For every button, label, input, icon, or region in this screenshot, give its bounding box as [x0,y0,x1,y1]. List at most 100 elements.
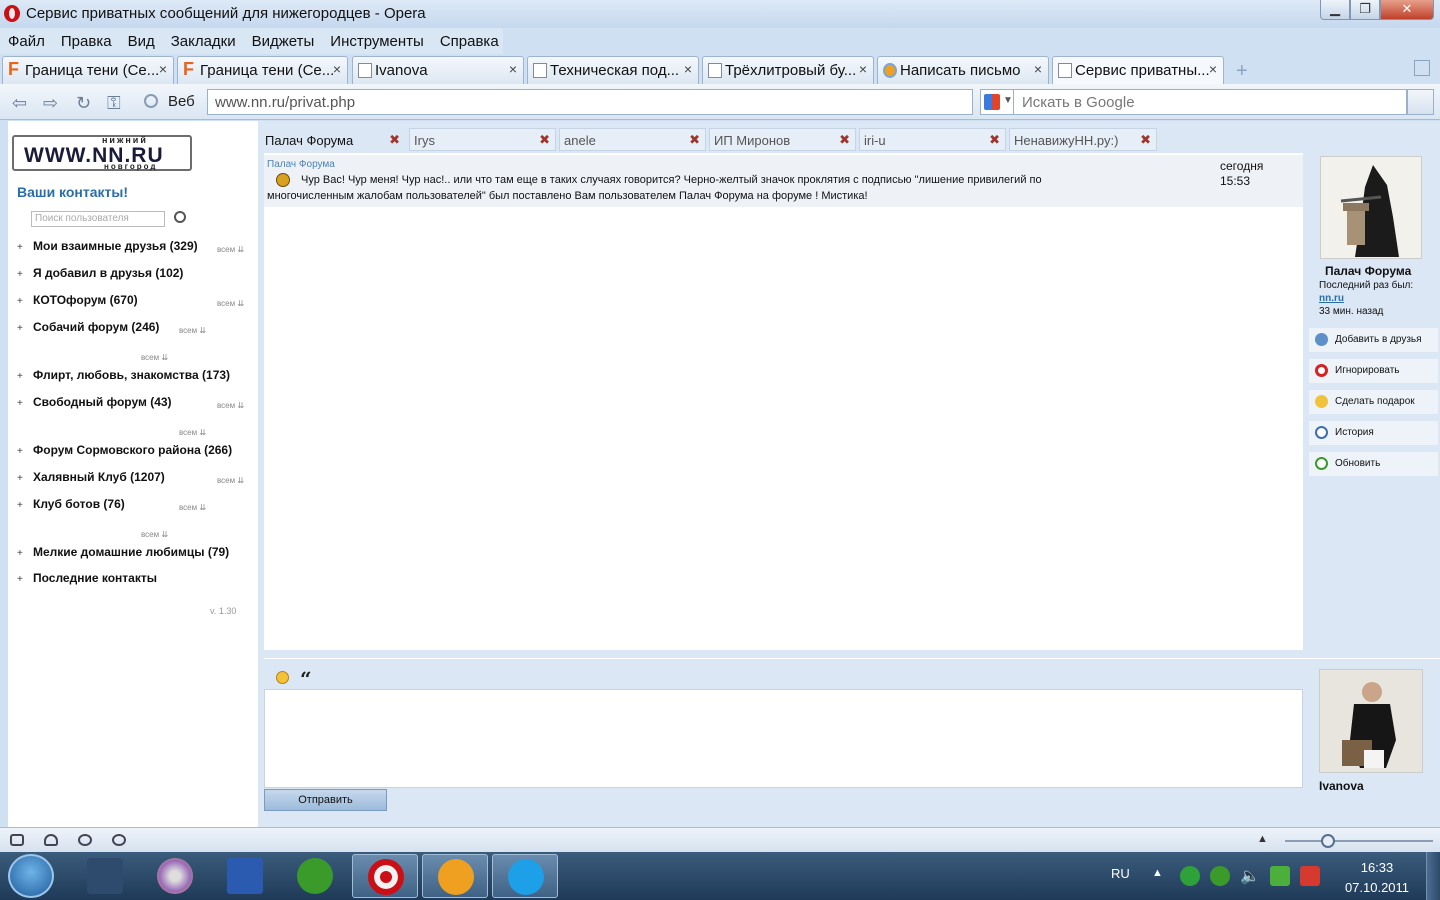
address-field[interactable]: www.nn.ru/privat.php [207,89,973,115]
tab-close-icon[interactable]: × [333,61,341,77]
close-icon[interactable]: ✖ [1140,132,1151,148]
tray-icq-icon[interactable] [1180,866,1200,886]
send-to-all-link[interactable]: всем ⇊ [217,299,244,308]
browser-tab[interactable]: F Граница тени (Се... × [2,56,174,84]
send-to-all-link[interactable]: всем ⇊ [217,245,244,254]
tab-close-icon[interactable]: × [859,61,867,77]
smiley-icon[interactable] [276,671,289,684]
contact-group[interactable]: + Форум Сормовского района (266) [17,443,232,457]
expand-plus-icon[interactable]: + [17,548,26,559]
expand-plus-icon[interactable]: + [17,574,26,585]
send-to-all-link[interactable]: всем ⇊ [141,353,168,362]
tray-utorrent-icon[interactable] [1210,866,1230,886]
forward-arrow-icon[interactable]: ⇨ [43,93,58,114]
expand-plus-icon[interactable]: + [17,500,26,511]
search-engine-selector[interactable]: ▼ [980,89,1014,115]
start-button[interactable] [8,854,54,898]
contact-group[interactable]: + Собачий форум (246) [17,320,159,334]
search-icon[interactable] [174,211,186,223]
contact-tab[interactable]: ИП Миронов ✖ [709,128,856,151]
taskbar-mail-agent[interactable] [422,854,488,898]
close-window-button[interactable]: ✕ [1380,0,1434,20]
contact-group[interactable]: + Последние контакты [17,571,157,585]
expand-plus-icon[interactable]: + [17,269,26,280]
taskbar-dvd[interactable] [142,854,208,898]
maximize-button[interactable]: ❐ [1350,0,1380,20]
language-indicator[interactable]: RU [1111,866,1130,881]
send-to-all-link[interactable]: всем ⇊ [179,503,206,512]
menu-file[interactable]: Файл [0,33,53,50]
show-desktop-button[interactable] [1426,852,1440,900]
taskbar-word[interactable] [212,854,278,898]
browser-tab[interactable]: F Граница тени (Се... × [177,56,348,84]
menu-widgets[interactable]: Виджеты [244,33,323,50]
add-friend-button[interactable]: Добавить в друзья [1309,328,1438,352]
wand-key-icon[interactable]: ⚿ [107,93,121,114]
site-logo[interactable]: нижний WWW.NN.RU новгород [12,135,192,171]
minimize-button[interactable]: ▁ [1320,0,1350,20]
contact-group[interactable]: + Я добавил в друзья (102) [17,266,183,280]
close-icon[interactable]: ✖ [989,132,1000,148]
tray-network-icon[interactable] [1300,866,1320,886]
close-icon[interactable]: ✖ [389,132,400,148]
menu-tools[interactable]: Инструменты [322,33,432,50]
browser-tab[interactable]: Написать письмо × [877,56,1049,84]
send-to-all-link[interactable]: всем ⇊ [217,401,244,410]
search-input[interactable]: Искать в Google [1013,89,1407,115]
user-search-input[interactable]: Поиск пользователя [31,211,165,227]
send-to-all-link[interactable]: всем ⇊ [217,476,244,485]
search-go-button[interactable] [1407,89,1434,115]
tab-close-icon[interactable]: × [1209,61,1217,77]
browser-tab-active[interactable]: Сервис приватны... × [1052,56,1224,84]
panel-toggle-icon[interactable] [10,834,24,846]
browser-tab[interactable]: Ivanova × [352,56,524,84]
expand-plus-icon[interactable]: + [17,242,26,253]
close-icon[interactable]: ✖ [689,132,700,148]
closed-tabs-trash-icon[interactable] [1414,60,1430,76]
system-clock[interactable]: 16:33 07.10.2011 [1340,858,1414,898]
send-to-all-link[interactable]: всем ⇊ [179,428,206,437]
message-input[interactable] [264,689,1303,788]
contact-tab[interactable]: anele ✖ [559,128,706,151]
share-icon[interactable] [78,834,92,846]
tab-close-icon[interactable]: × [684,61,692,77]
tray-expand-icon[interactable]: ▲ [1152,867,1163,879]
my-avatar[interactable] [1319,669,1423,773]
menu-bookmarks[interactable]: Закладки [163,33,244,50]
contact-group[interactable]: + Мелкие домашние любимцы (79) [17,545,229,559]
refresh-button[interactable]: Обновить [1309,452,1438,476]
contact-tab[interactable]: Irys ✖ [409,128,556,151]
tab-close-icon[interactable]: × [509,61,517,77]
speed-dial-icon[interactable] [112,834,126,846]
expand-plus-icon[interactable]: + [17,446,26,457]
contact-tab-active[interactable]: Палач Форума ✖ [260,128,406,151]
zoom-slider-handle[interactable] [1321,834,1335,848]
opera-logo-icon[interactable] [4,5,20,22]
site-link[interactable]: nn.ru [1319,292,1413,305]
message-author-link[interactable]: Палач Форума [267,159,335,170]
quote-icon[interactable]: “ [300,667,312,691]
contact-group[interactable]: + Клуб ботов (76) [17,497,125,511]
expand-plus-icon[interactable]: + [17,323,26,334]
contact-avatar[interactable] [1320,156,1422,259]
tab-close-icon[interactable]: × [1034,61,1042,77]
web-badge[interactable]: Веб [140,91,206,113]
back-arrow-icon[interactable]: ⇦ [12,93,27,114]
zoom-up-arrow-icon[interactable]: ▲ [1257,833,1268,845]
contact-tab[interactable]: НенавижуНН.ру:) ✖ [1009,128,1157,151]
menu-help[interactable]: Справка [432,33,507,50]
history-button[interactable]: История [1309,421,1438,445]
menu-edit[interactable]: Правка [53,33,120,50]
expand-plus-icon[interactable]: + [17,371,26,382]
new-tab-plus-icon[interactable]: + [1236,60,1248,83]
contact-group[interactable]: + Мои взаимные друзья (329) [17,239,198,253]
taskbar-utorrent[interactable] [282,854,348,898]
browser-tab[interactable]: Техническая под... × [527,56,699,84]
expand-plus-icon[interactable]: + [17,473,26,484]
send-to-all-link[interactable]: всем ⇊ [179,326,206,335]
taskbar-opera[interactable] [352,854,418,898]
zoom-slider-track[interactable] [1285,840,1433,842]
cloud-icon[interactable] [44,834,58,846]
contact-group[interactable]: + КОТОфорум (670) [17,293,138,307]
tray-antivirus-icon[interactable] [1270,866,1290,886]
